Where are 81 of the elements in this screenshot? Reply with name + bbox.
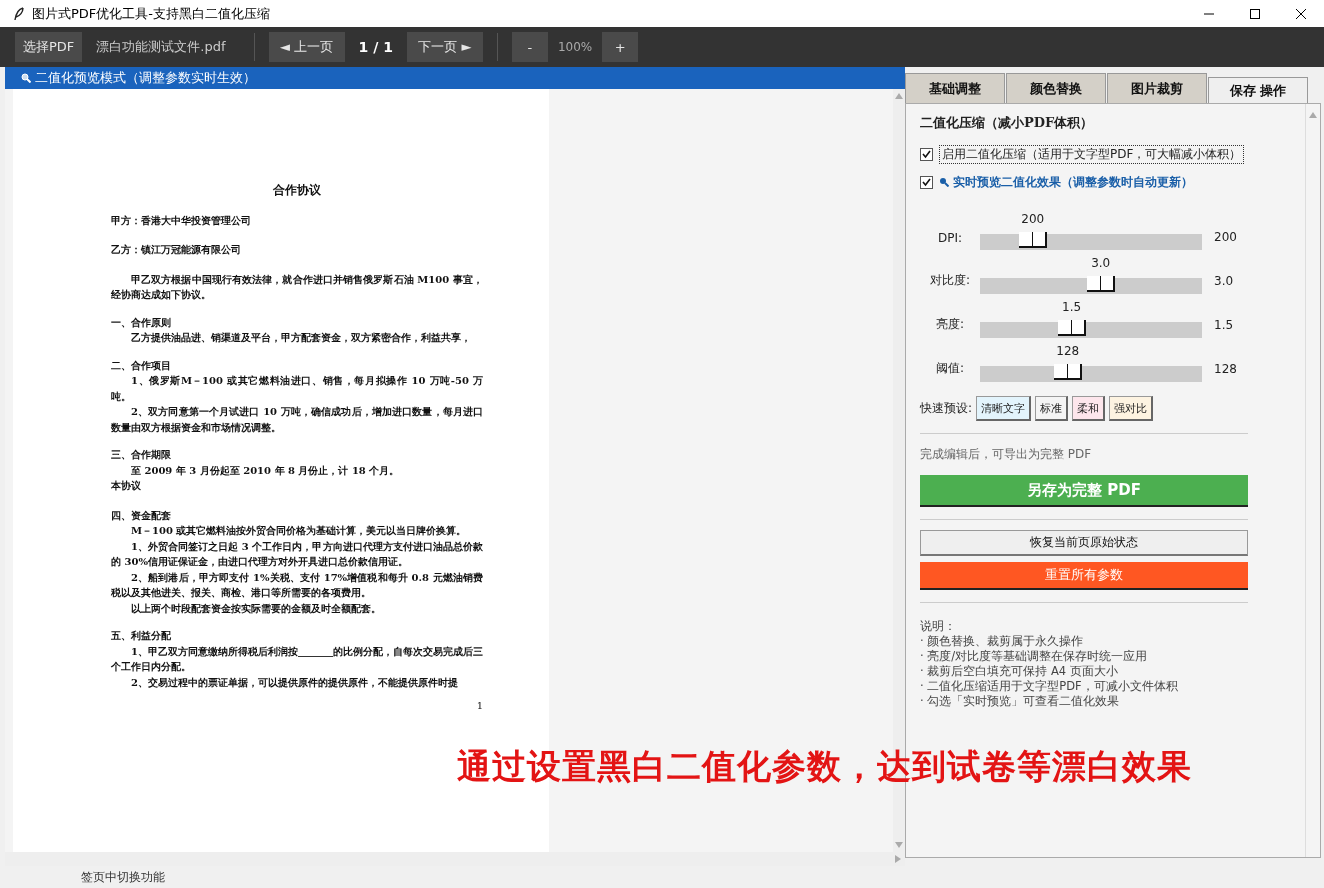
document-paragraph: 乙方提供油品进、销渠道及平台，甲方配套资金，双方紧密合作，利益共享， [130,331,472,345]
document-paragraph: 至 2009 年 3 月份起至 2010 年 8 月份止，计 18 个月。 [130,463,401,478]
note-line: · 亮度/对比度等基础调整在保存时统一应用 [920,649,1149,664]
feather-icon [14,6,24,21]
note-line: · 勾选「实时预览」可查看二值化效果 [920,694,1121,709]
checkbox[interactable] [920,147,933,161]
document-heading: 一、合作原则 [111,315,172,330]
magnifier-icon [939,177,949,187]
checkbox[interactable] [920,175,933,189]
page-indicator: 1 / 1 [358,39,393,55]
document-paragraph: 2、双方同意第一个月试进口 10 万吨，确信成功后，增加进口数量，每月进口数量由双方根据资金和市场情况调整。 [111,405,483,435]
select-pdf-button[interactable]: 选择PDF [15,32,83,62]
note-line: · 颜色替换、裁剪属于永久操作 [920,634,1085,649]
slider-thumb[interactable] [1053,364,1082,380]
caption-annotation: 通过设置黑白二值化参数，达到试卷等漂白效果 [457,745,1192,788]
note-line: · 裁剪后空白填充可保持 A4 页面大小 [920,664,1119,679]
document-paragraph: 1、甲乙双方同意缴纳所得税后利润按_______的比例分配，自每次交易完成后三个工作日内分配。 [111,644,483,674]
document-heading: 二、合作项目 [111,358,172,373]
panel-tab[interactable]: 图片裁剪 [1107,73,1207,103]
preset-button[interactable]: 强对比 [1109,396,1154,421]
slider-value: 1.5 [1061,300,1083,314]
slider-reading: 200 [1213,230,1238,246]
file-name: 漂白功能测试文件.pdf [96,38,226,56]
panel-scrollbar[interactable] [1305,104,1320,857]
presets-label: 快速预设: [920,400,973,417]
slider-label: 亮度: [934,316,965,333]
document-heading: 四、资金配套 [111,508,172,523]
preset-button[interactable]: 标准 [1035,396,1069,421]
slider-label: DPI: [936,231,964,247]
restore-page-button[interactable]: 恢复当前页原始状态 [920,530,1248,556]
slider-reading: 3.0 [1213,274,1235,290]
maximize-icon [1250,8,1260,19]
checkbox-label[interactable]: 启用二值化压缩（适用于文字型PDF，可大幅减小体积） [939,144,1245,164]
slider-thumb[interactable] [1018,232,1047,248]
document-paragraph: 2、船到港后，甲方即支付 1%关税、支付 17%增值税和每升 0.8 元燃油销费税以及其他进关、报关、商检、港口等所需要的各项费用。 [111,570,483,600]
previous-page-button[interactable]: ◄ 上一页 [268,32,345,62]
slider-reading: 128 [1213,362,1238,378]
page-number: 1 [475,699,483,713]
scroll-up-icon[interactable] [1309,112,1317,118]
document-heading: 三、合作期限 [111,448,172,462]
panel-tab[interactable]: 颜色替换 [1006,73,1106,103]
section-title: 二值化压缩（减小PDF体积） [920,114,1095,132]
slider-value: 128 [1055,344,1081,358]
banner-text: 二值化预览模式（调整参数实时生效） [35,69,256,87]
slider-value: 3.0 [1090,256,1112,270]
scroll-down-icon[interactable] [895,842,903,848]
document-paragraph: 以上两个时段配套资金按实际需要的金额及时全额配套。 [130,601,382,616]
document-title: 合作协议 [272,183,322,199]
notes-title: 说明： [920,619,957,634]
close-icon [1296,8,1306,19]
document-paragraph: 1、外贸合同签订之日起 3 个工作日内，甲方向进口代理方支付进口油品总价款的 30%信用证保证金，由进口代理方对外开具进口总价款信用证。 [111,539,483,569]
scroll-right-icon[interactable] [895,855,901,863]
slider-thumb[interactable] [1057,320,1086,336]
document-heading: 五、利益分配 [111,629,172,643]
status-text: 签页中切换功能 [81,868,165,886]
slider-thumb[interactable] [1086,276,1115,292]
window-title: 图片式PDF优化工具-支持黑白二值化压缩 [32,4,272,23]
next-page-button[interactable]: 下一页 ► [406,32,483,62]
preset-button[interactable]: 清晰文字 [976,396,1032,421]
magnifier-icon [21,73,31,83]
document-line: 甲方：香港大中华投资管理公司 [111,213,252,228]
note-line: · 二值化压缩适用于文字型PDF，可减小文件体积 [920,679,1179,694]
slider-label: 对比度: [928,272,971,289]
export-hint: 完成编辑后，可导出为完整 PDF [920,446,1093,463]
document-paragraph: M－100 或其它燃料油按外贸合同价格为基础计算，美元以当日牌价换算。 [130,524,468,538]
preset-button[interactable]: 柔和 [1072,396,1106,421]
document-paragraph: 1、俄罗斯M－100 或其它燃料油进口、销售，每月拟操作 10 万吨-50 万吨。 [111,374,483,404]
document-paragraph: 甲乙双方根据中国现行有效法律，就合作进口并销售俄罗斯石油 M100 事宜，经协商达成如下协议。 [111,272,483,302]
zoom-out-button[interactable]: - [511,32,548,62]
checkbox-label[interactable]: 实时预览二值化效果（调整参数时自动更新） [953,173,1193,191]
document-line: 乙方：镇江万冠能源有限公司 [111,243,242,257]
slider-reading: 1.5 [1213,318,1235,334]
panel-tab[interactable]: 保存 操作 [1208,77,1308,103]
slider-label: 阈值: [934,360,965,377]
document-paragraph: 2、交易过程中的票证单据，可以提供原件的提供原件，不能提供原件时提 [130,675,459,690]
zoom-level: 100% [557,40,593,54]
slider-value: 200 [1020,212,1046,226]
panel-tab[interactable]: 基础调整 [905,73,1005,103]
zoom-in-button[interactable]: + [602,32,639,62]
scroll-up-icon[interactable] [895,93,903,99]
document-line: 本协议 [111,479,142,493]
